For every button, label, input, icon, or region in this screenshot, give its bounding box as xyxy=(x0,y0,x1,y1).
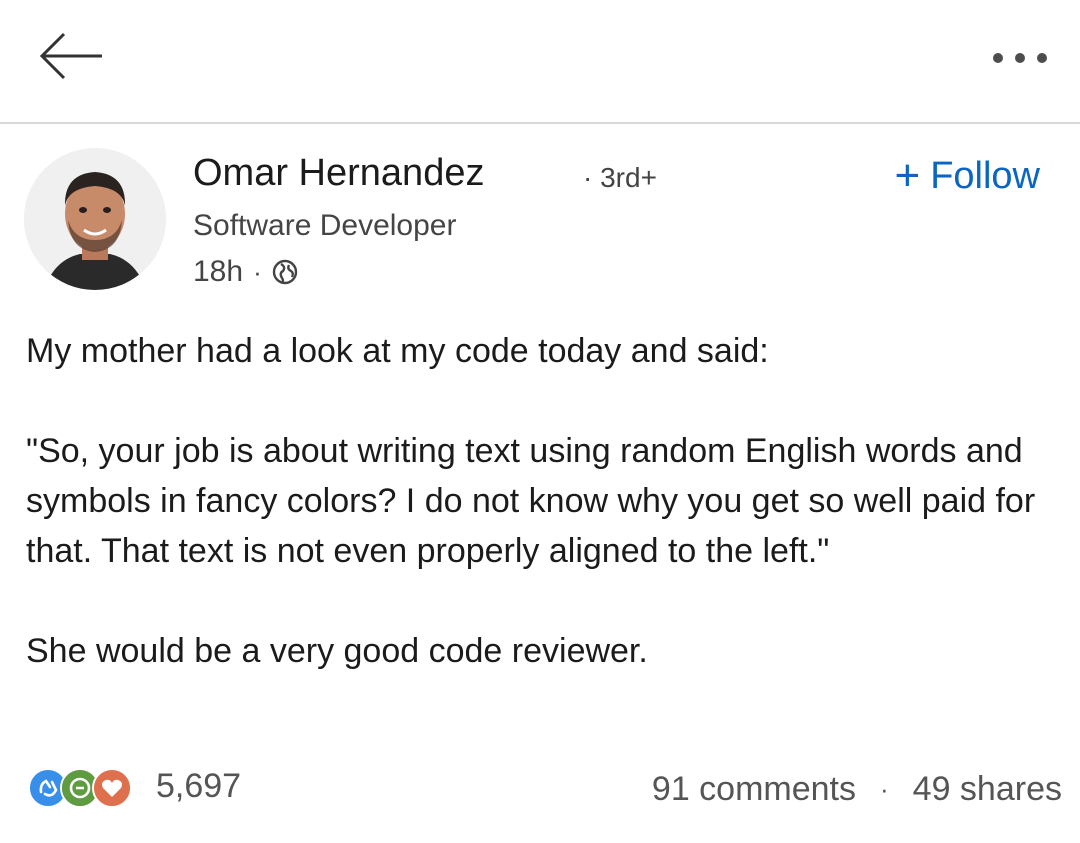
meta-separator: · xyxy=(253,256,262,287)
follow-label: Follow xyxy=(930,154,1040,197)
author-headline: Software Developer xyxy=(193,209,457,242)
engagement-counts: 91 comments · 49 shares xyxy=(652,770,1062,809)
globe-icon xyxy=(272,259,297,285)
plus-icon: + xyxy=(894,151,921,200)
author-name[interactable]: Omar Hernandez xyxy=(193,152,484,195)
post-paragraph: My mother had a look at my code today an… xyxy=(26,332,769,370)
post-paragraph: She would be a very good code reviewer. xyxy=(26,632,648,670)
engagement-separator: · xyxy=(880,774,889,804)
post-meta: 18h · xyxy=(193,254,298,290)
post-header: Omar Hernandez · 3rd+ Software Developer… xyxy=(0,124,1080,314)
arrow-left-icon xyxy=(39,32,102,80)
follow-button[interactable]: + Follow xyxy=(894,154,1040,198)
more-horizontal-icon xyxy=(993,53,1047,63)
profile-photo xyxy=(24,148,166,290)
comments-count[interactable]: 91 comments xyxy=(652,770,856,809)
back-button[interactable] xyxy=(30,28,110,88)
connection-degree: · 3rd+ xyxy=(583,162,657,193)
reaction-count: 5,697 xyxy=(156,766,242,805)
social-counts-bar: 5,697 91 comments · 49 shares xyxy=(0,760,1080,820)
reaction-icons xyxy=(28,764,138,808)
heart-icon xyxy=(92,768,132,808)
post-time: 18h xyxy=(193,255,244,288)
post-paragraph: "So, your job is about writing text usin… xyxy=(26,432,1036,570)
avatar[interactable] xyxy=(24,148,166,290)
top-nav-bar xyxy=(0,0,1080,124)
reactions-summary[interactable]: 5,697 xyxy=(28,764,241,808)
post-body: My mother had a look at my code today an… xyxy=(26,326,1066,676)
more-options-button[interactable] xyxy=(988,40,1052,76)
shares-count[interactable]: 49 shares xyxy=(913,770,1062,809)
